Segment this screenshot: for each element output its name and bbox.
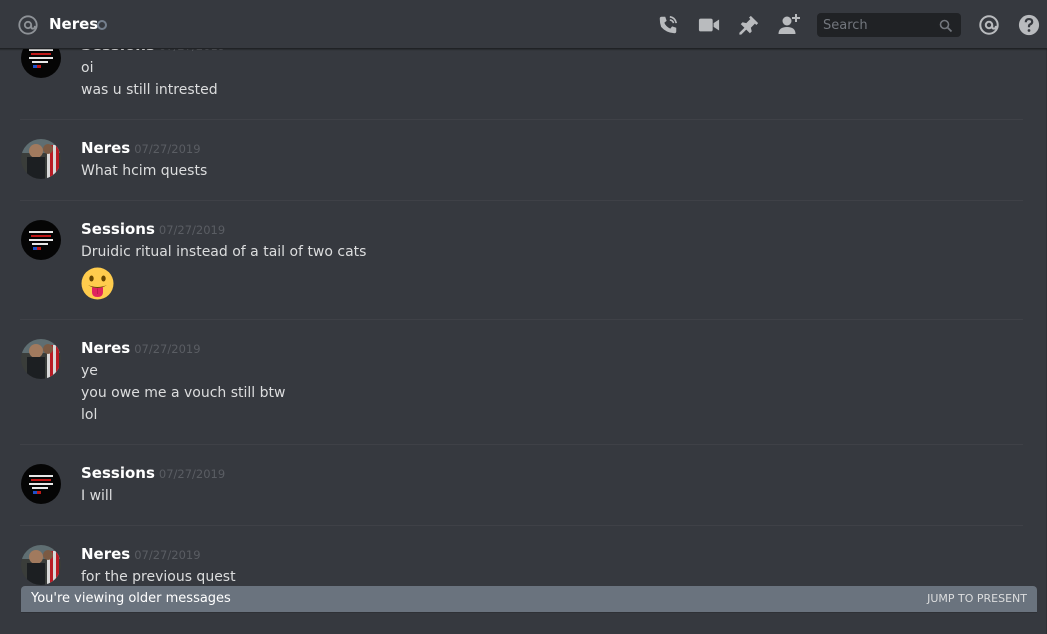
message-divider (20, 525, 1023, 526)
message-text: oi (81, 60, 94, 76)
message-list[interactable]: Sessions07/27/2019 oi was u still intres… (0, 0, 1047, 634)
mentions-icon[interactable] (976, 12, 1002, 38)
message-timestamp: 07/27/2019 (134, 548, 201, 562)
channel-title: Neres (49, 15, 99, 33)
avatar[interactable] (21, 220, 61, 260)
author-name[interactable]: Neres (81, 545, 130, 563)
message-divider (20, 444, 1023, 445)
message-author[interactable]: Sessions07/27/2019 (81, 464, 225, 482)
message-timestamp: 07/27/2019 (158, 467, 226, 481)
author-name[interactable]: Neres (81, 339, 130, 357)
message-text: What hcim quests (81, 163, 208, 179)
avatar[interactable] (21, 139, 61, 179)
message-author[interactable]: Neres 07/27/2019 (81, 545, 201, 563)
message-text: for the previous quest (81, 569, 236, 585)
older-messages-text: You're viewing older messages (31, 591, 231, 606)
pin-icon[interactable] (736, 12, 762, 38)
composer-area (21, 612, 1037, 634)
message-timestamp: 07/27/2019 (134, 142, 201, 156)
message-text: ye (81, 363, 98, 379)
author-name[interactable]: Sessions (81, 220, 155, 238)
message-text: Druidic ritual instead of a tail of two … (81, 244, 367, 260)
message-divider (20, 119, 1023, 120)
at-sign-icon (17, 14, 39, 36)
message-author[interactable]: Neres 07/27/2019 (81, 139, 201, 157)
message-author[interactable]: Neres 07/27/2019 (81, 339, 201, 357)
message-divider (20, 200, 1023, 201)
message-text: was u still intrested (81, 82, 218, 98)
message-text: lol (81, 407, 98, 423)
avatar[interactable] (21, 339, 61, 379)
message-timestamp: 07/27/2019 (158, 223, 226, 237)
channel-header: Neres (0, 0, 1047, 49)
chat-window: Sessions07/27/2019 oi was u still intres… (0, 0, 1047, 634)
status-offline-icon (97, 20, 107, 30)
search-input[interactable] (817, 13, 937, 37)
help-icon[interactable] (1016, 12, 1042, 38)
video-call-icon[interactable] (696, 12, 722, 38)
message-author[interactable]: Sessions07/27/2019 (81, 220, 225, 238)
author-name[interactable]: Sessions (81, 464, 155, 482)
voice-call-icon[interactable] (655, 12, 681, 38)
jump-to-present-button[interactable]: JUMP TO PRESENT (927, 592, 1027, 605)
search-icon[interactable] (939, 18, 953, 33)
avatar[interactable] (21, 545, 61, 585)
message-text: you owe me a vouch still btw (81, 385, 286, 401)
add-friend-icon[interactable] (776, 12, 802, 38)
search-box[interactable] (817, 13, 961, 37)
message-divider (20, 319, 1023, 320)
stuck-out-tongue-emoji[interactable] (81, 267, 114, 300)
author-name[interactable]: Neres (81, 139, 130, 157)
older-messages-bar: You're viewing older messages JUMP TO PR… (21, 586, 1037, 612)
avatar[interactable] (21, 464, 61, 504)
message-text: I will (81, 488, 113, 504)
message-timestamp: 07/27/2019 (134, 342, 201, 356)
